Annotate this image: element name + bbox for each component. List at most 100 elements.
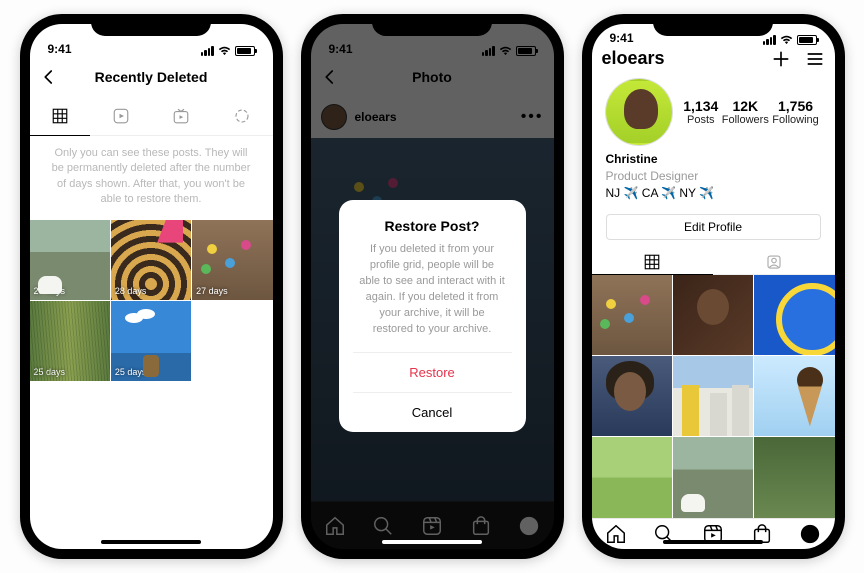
- days-badge: 28 days: [115, 286, 147, 296]
- profile-post[interactable]: [673, 437, 753, 517]
- nav-reels-icon[interactable]: [421, 515, 443, 537]
- deleted-post[interactable]: 27 days: [192, 220, 272, 300]
- deleted-post[interactable]: 25 days: [30, 301, 110, 381]
- stat-value: 1,756: [772, 98, 818, 114]
- restore-button[interactable]: Restore: [353, 352, 512, 392]
- profile-tabs: [592, 250, 835, 275]
- profile-post[interactable]: [673, 356, 753, 436]
- nav-search-icon[interactable]: [372, 515, 394, 537]
- phone-recently-deleted: 9:41 Recently Deleted: [20, 14, 283, 559]
- profile-grid: [592, 275, 835, 518]
- signal-icon: [201, 46, 214, 56]
- profile-post[interactable]: [754, 356, 834, 436]
- battery-icon: [797, 35, 817, 45]
- stat-value: 12K: [722, 98, 769, 114]
- page-title: Photo: [311, 69, 554, 85]
- edit-profile-button[interactable]: Edit Profile: [606, 214, 821, 240]
- screen: 9:41 eloears 1,134 Posts 12K: [592, 24, 835, 549]
- nav-shop-icon[interactable]: [470, 515, 492, 537]
- profile-post[interactable]: [592, 356, 672, 436]
- story-icon: [233, 107, 251, 125]
- stats: 1,134 Posts 12K Followers 1,756 Followin…: [682, 98, 821, 126]
- more-icon[interactable]: •••: [521, 108, 544, 126]
- username: eloears: [355, 110, 397, 124]
- battery-icon: [235, 46, 255, 56]
- profile-post[interactable]: [592, 275, 672, 355]
- info-text: Only you can see these posts. They will …: [30, 136, 273, 220]
- reel-icon: [112, 107, 130, 125]
- content-type-tabs: [30, 96, 273, 136]
- restore-modal: Restore Post? If you deleted it from you…: [339, 200, 526, 432]
- profile-post[interactable]: [754, 437, 834, 517]
- stat-followers[interactable]: 12K Followers: [722, 98, 769, 126]
- tab-reels[interactable]: [90, 96, 151, 135]
- igtv-icon: [172, 107, 190, 125]
- cancel-button[interactable]: Cancel: [353, 392, 512, 432]
- back-button[interactable]: [321, 68, 339, 86]
- status-icons: [763, 35, 817, 45]
- signal-icon: [763, 35, 776, 45]
- tagged-icon: [765, 253, 783, 271]
- modal-body: If you deleted it from your profile grid…: [353, 242, 512, 338]
- wifi-icon: [499, 46, 512, 56]
- status-icons: [201, 46, 255, 56]
- bottom-nav: [592, 518, 835, 549]
- nav-profile-icon[interactable]: [518, 515, 540, 537]
- profile-post[interactable]: [754, 275, 834, 355]
- nav-home-icon[interactable]: [605, 523, 627, 545]
- days-badge: 25 days: [34, 367, 66, 377]
- back-button[interactable]: [40, 68, 58, 86]
- bio-name: Christine: [606, 151, 821, 168]
- profile-post[interactable]: [592, 437, 672, 517]
- grid-icon: [643, 253, 661, 271]
- days-badge: 25 days: [115, 367, 147, 377]
- wifi-icon: [780, 35, 793, 45]
- avatar: [321, 104, 347, 130]
- stat-label: Following: [772, 114, 818, 126]
- profile-post[interactable]: [673, 275, 753, 355]
- new-post-icon[interactable]: [771, 49, 791, 69]
- stat-posts[interactable]: 1,134 Posts: [683, 98, 718, 126]
- deleted-posts-grid: 29 days 28 days 27 days 25 days 25 days: [30, 220, 273, 382]
- bio: Christine Product Designer NJ ✈️ CA ✈️ N…: [592, 149, 835, 209]
- deleted-post[interactable]: 29 days: [30, 220, 110, 300]
- profile-stats-row: 1,134 Posts 12K Followers 1,756 Followin…: [592, 71, 835, 149]
- status-time: 9:41: [329, 42, 353, 56]
- nav-profile-icon[interactable]: [799, 523, 821, 545]
- menu-icon[interactable]: [805, 49, 825, 69]
- status-icons: [482, 46, 536, 56]
- home-indicator[interactable]: [101, 540, 201, 544]
- profile-header: eloears: [592, 47, 835, 72]
- notch: [91, 14, 211, 36]
- bio-location: NJ ✈️ CA ✈️ NY ✈️: [606, 185, 821, 202]
- modal-title: Restore Post?: [385, 218, 480, 234]
- tab-posts[interactable]: [30, 96, 91, 136]
- days-badge: 27 days: [196, 286, 228, 296]
- phone-restore-dialog: 9:41 Photo eloears •••: [301, 14, 564, 559]
- stat-value: 1,134: [683, 98, 718, 114]
- home-indicator[interactable]: [663, 540, 763, 544]
- tab-stories[interactable]: [212, 96, 273, 135]
- header: Photo: [311, 58, 554, 96]
- username[interactable]: eloears: [602, 48, 665, 69]
- deleted-post[interactable]: 25 days: [111, 301, 191, 381]
- profile-avatar[interactable]: [606, 79, 672, 145]
- stat-label: Posts: [683, 114, 718, 126]
- screen: 9:41 Photo eloears •••: [311, 24, 554, 549]
- signal-icon: [482, 46, 495, 56]
- tab-tagged[interactable]: [713, 250, 835, 274]
- nav-home-icon[interactable]: [324, 515, 346, 537]
- header: Recently Deleted: [30, 58, 273, 96]
- battery-icon: [516, 46, 536, 56]
- post-author-row[interactable]: eloears •••: [311, 96, 554, 138]
- notch: [372, 14, 492, 36]
- deleted-post[interactable]: 28 days: [111, 220, 191, 300]
- home-indicator[interactable]: [382, 540, 482, 544]
- stat-following[interactable]: 1,756 Following: [772, 98, 818, 126]
- wifi-icon: [218, 46, 231, 56]
- tab-igtv[interactable]: [151, 96, 212, 135]
- status-time: 9:41: [48, 42, 72, 56]
- page-title: Recently Deleted: [30, 69, 273, 85]
- tab-grid[interactable]: [592, 250, 714, 275]
- status-time: 9:41: [610, 31, 634, 45]
